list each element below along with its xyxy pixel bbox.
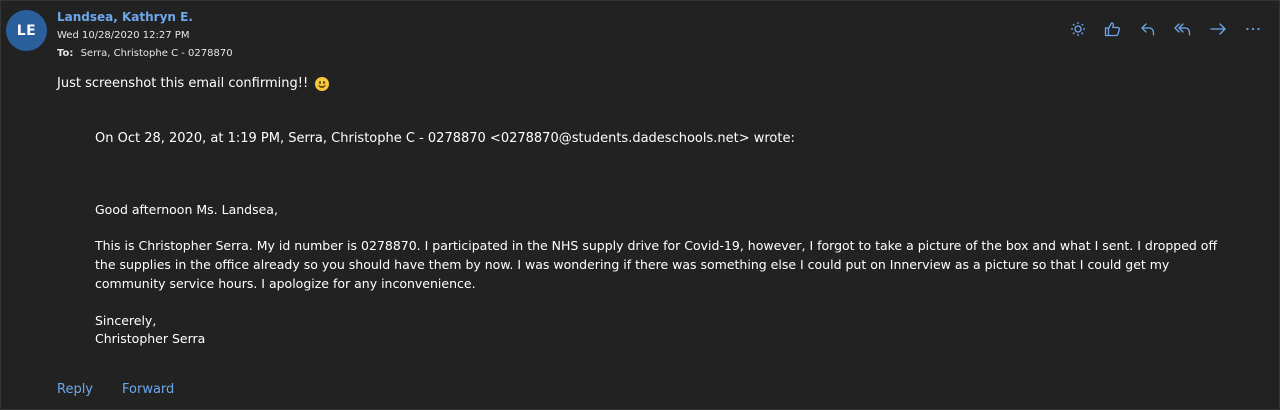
- forward-icon[interactable]: [1200, 18, 1235, 40]
- reply-all-icon[interactable]: [1165, 18, 1200, 40]
- reply-icon[interactable]: [1130, 18, 1165, 40]
- reply-button[interactable]: Reply: [57, 382, 93, 397]
- quoted-paragraph: This is Christopher Serra. My id number …: [95, 238, 1218, 291]
- message-toolbar: [1060, 18, 1270, 40]
- quoted-signature: Christopher Serra: [95, 331, 206, 346]
- message-date: Wed 10/28/2020 12:27 PM: [57, 30, 190, 41]
- more-icon[interactable]: [1235, 18, 1270, 40]
- recipient-line: To: Serra, Christophe C - 0278870: [57, 48, 233, 59]
- smiling-face-emoji-icon: [315, 76, 330, 91]
- avatar[interactable]: LE: [6, 10, 47, 51]
- to-label: To:: [57, 48, 74, 59]
- quoted-closing: Sincerely,: [95, 313, 157, 328]
- sender-name[interactable]: Landsea, Kathryn E.: [57, 10, 193, 24]
- quoted-greeting: Good afternoon Ms. Landsea,: [95, 202, 278, 217]
- quoted-header: On Oct 28, 2020, at 1:19 PM, Serra, Chri…: [95, 131, 795, 146]
- body-text: Just screenshot this email confirming!!: [57, 76, 309, 91]
- forward-button[interactable]: Forward: [122, 382, 174, 397]
- thumbs-up-icon[interactable]: [1095, 18, 1130, 40]
- message-body: Just screenshot this email confirming!!: [57, 76, 330, 91]
- sun-icon[interactable]: [1060, 18, 1095, 40]
- recipient-name[interactable]: Serra, Christophe C - 0278870: [81, 48, 233, 59]
